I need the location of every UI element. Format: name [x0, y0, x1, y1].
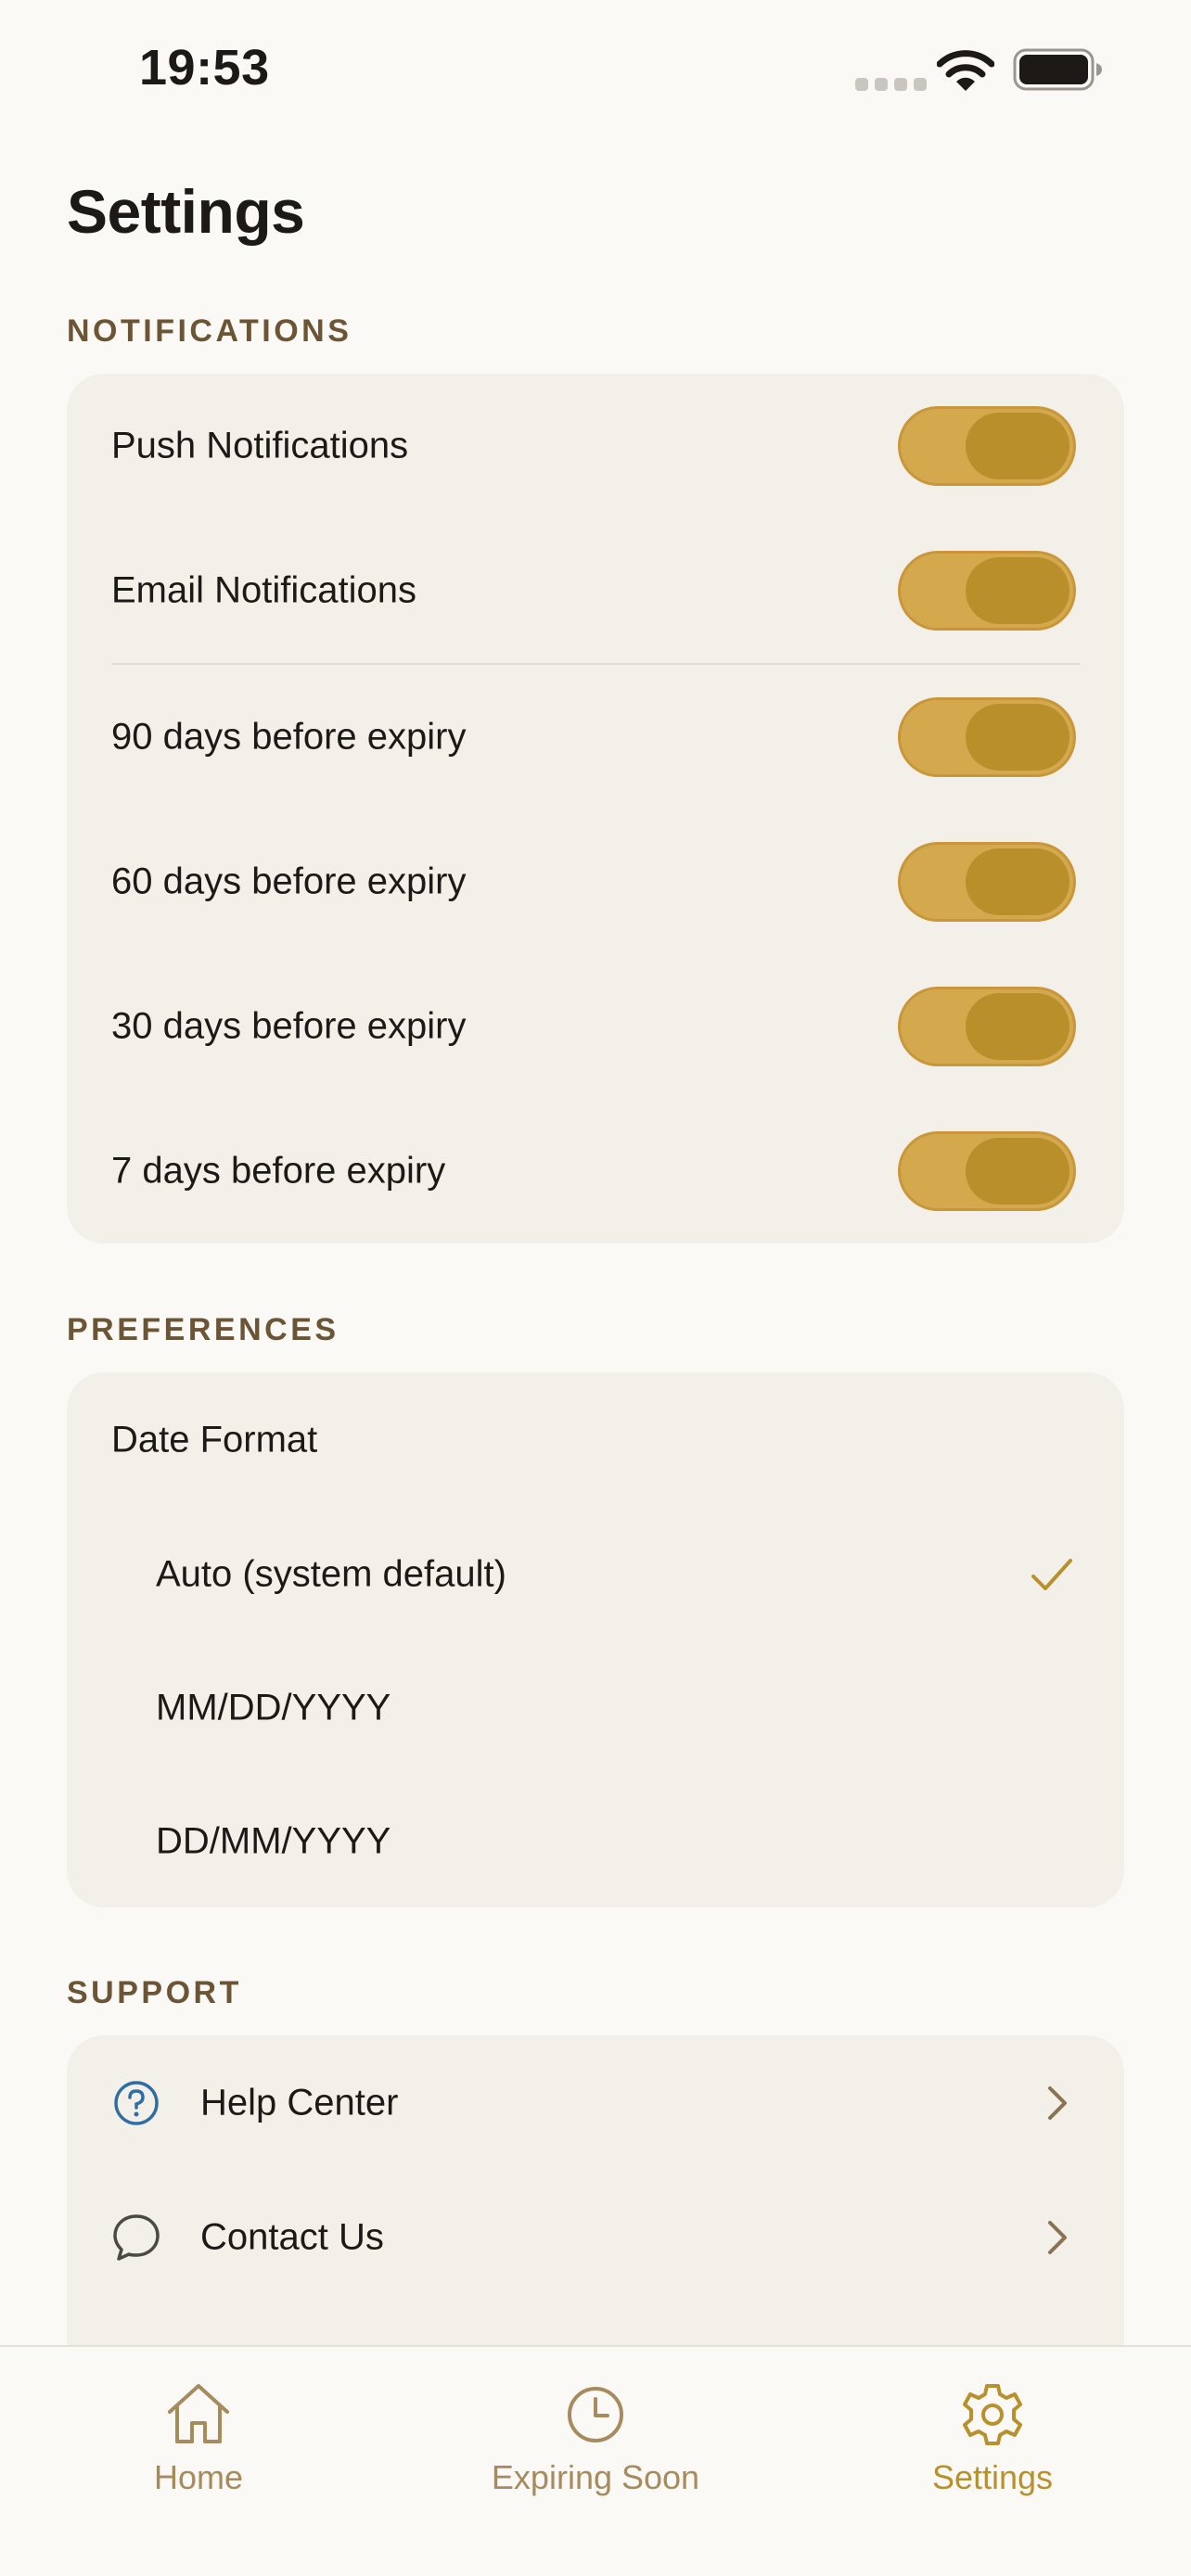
reminder-30-days-toggle[interactable] — [898, 987, 1076, 1066]
preferences-section-header: PREFERENCES — [67, 1312, 339, 1347]
tab-settings[interactable]: Settings — [794, 2347, 1191, 2532]
reminder-7-days-row: 7 days before expiry — [67, 1099, 1124, 1243]
house-icon — [168, 2384, 229, 2443]
support-section-header: SUPPORT — [67, 1975, 242, 2010]
tab-settings-label: Settings — [931, 2458, 1054, 2496]
tab-home-label: Home — [153, 2458, 244, 2496]
reminder-90-days-toggle[interactable] — [898, 697, 1076, 777]
date-format-label: Date Format — [111, 1419, 318, 1460]
date-format-row: Date Format — [67, 1372, 1124, 1508]
reminder-7-days-label: 7 days before expiry — [111, 1150, 446, 1192]
date-format-option-dmy[interactable]: DD/MM/YYYY — [67, 1775, 1124, 1907]
checkmark-icon — [1031, 1559, 1072, 1590]
notifications-card: Push Notifications Email Notifications 9… — [67, 374, 1124, 1243]
chat-bubble-icon — [113, 2214, 160, 2261]
contact-us-row[interactable]: Contact Us — [67, 2171, 1124, 2304]
tab-expiring-soon[interactable]: Expiring Soon — [397, 2347, 794, 2532]
question-circle-icon — [114, 2081, 159, 2125]
help-center-row[interactable]: Help Center — [67, 2035, 1124, 2171]
reminder-60-days-label: 60 days before expiry — [111, 861, 467, 902]
reminder-30-days-row: 30 days before expiry — [67, 954, 1124, 1099]
toggle-knob — [966, 557, 1069, 624]
cellular-signal-icon — [855, 78, 927, 91]
toggle-knob — [966, 704, 1069, 771]
battery-icon — [1013, 48, 1102, 91]
status-bar: 19:53 — [0, 0, 1191, 139]
preferences-card: Date Format Auto (system default) MM/DD/… — [67, 1372, 1124, 1907]
chevron-right-icon — [1048, 2086, 1067, 2120]
reminder-7-days-toggle[interactable] — [898, 1131, 1076, 1211]
email-notifications-toggle[interactable] — [898, 551, 1076, 631]
push-notifications-toggle[interactable] — [898, 406, 1076, 486]
wifi-icon — [937, 50, 994, 91]
reminder-30-days-label: 30 days before expiry — [111, 1005, 467, 1047]
date-format-option-auto[interactable]: Auto (system default) — [67, 1508, 1124, 1641]
toggle-knob — [966, 413, 1069, 479]
reminder-60-days-row: 60 days before expiry — [67, 810, 1124, 954]
toggle-knob — [966, 1138, 1069, 1205]
chevron-right-icon — [1048, 2221, 1067, 2254]
date-format-option-label: DD/MM/YYYY — [156, 1820, 391, 1862]
status-time: 19:53 — [139, 40, 270, 96]
reminder-90-days-label: 90 days before expiry — [111, 716, 467, 758]
clock-icon — [568, 2387, 623, 2442]
date-format-option-mdy[interactable]: MM/DD/YYYY — [67, 1641, 1124, 1775]
email-notifications-label: Email Notifications — [111, 569, 417, 611]
push-notifications-label: Push Notifications — [111, 425, 409, 466]
toggle-knob — [966, 993, 1069, 1060]
gear-icon — [963, 2384, 1022, 2445]
page-title: Settings — [67, 177, 305, 246]
toggle-knob — [966, 848, 1069, 915]
date-format-option-label: MM/DD/YYYY — [156, 1687, 391, 1728]
tab-bar: Home Expiring Soon Settings — [0, 2345, 1191, 2576]
date-format-option-label: Auto (system default) — [156, 1553, 506, 1595]
notifications-section-header: NOTIFICATIONS — [67, 313, 352, 349]
tab-home[interactable]: Home — [0, 2347, 397, 2532]
help-center-label: Help Center — [200, 2082, 399, 2123]
push-notifications-row: Push Notifications — [67, 374, 1124, 518]
reminder-60-days-toggle[interactable] — [898, 842, 1076, 922]
email-notifications-row: Email Notifications — [67, 518, 1124, 663]
contact-us-label: Contact Us — [200, 2216, 384, 2258]
tab-expiring-soon-label: Expiring Soon — [491, 2458, 700, 2496]
reminder-90-days-row: 90 days before expiry — [67, 665, 1124, 810]
